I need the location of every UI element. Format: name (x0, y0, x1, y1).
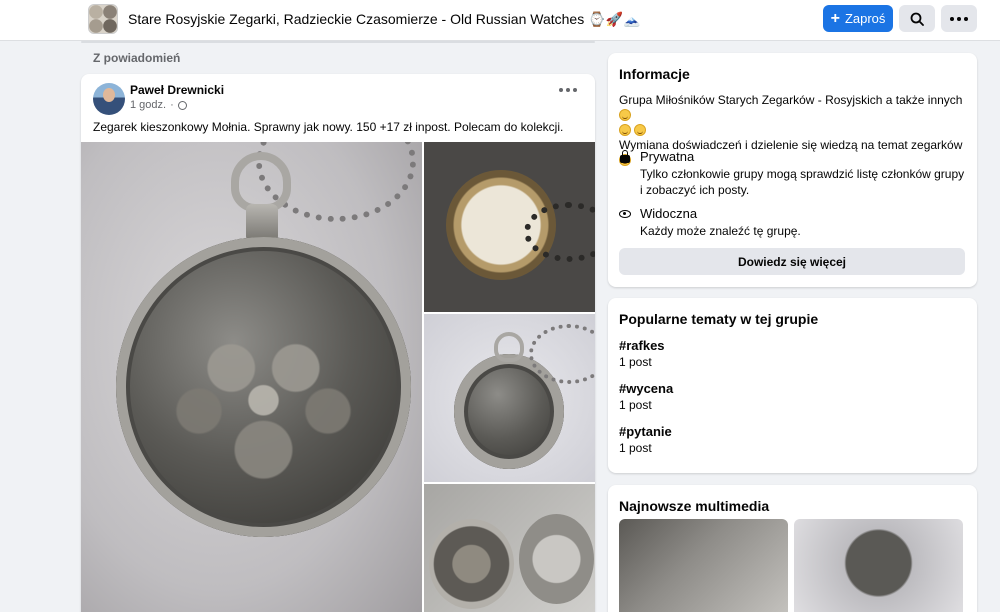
watch-bow (494, 332, 524, 362)
eagle-emblem (156, 282, 371, 497)
post-time[interactable]: 1 godz. (130, 99, 166, 111)
privacy-row: Prywatna Tylko członkowie grupy mogą spr… (619, 149, 969, 197)
media-thumbnail[interactable] (794, 519, 963, 612)
plus-icon: + (830, 9, 840, 27)
group-header-bar: Stare Rosyjskie Zegarki, Radzieckie Czas… (0, 0, 1000, 41)
visibility-description: Każdy może znaleźć tę grupę. (640, 224, 801, 238)
post-photo-2[interactable] (424, 142, 595, 312)
invite-button-label: Zaproś (844, 11, 886, 26)
topics-title: Popularne tematy w tej grupie (619, 311, 819, 327)
privacy-label: Prywatna (640, 149, 695, 164)
avatar[interactable] (93, 83, 125, 115)
more-icon (559, 88, 577, 92)
watch-movement (429, 519, 514, 609)
smile-emoji-icon (634, 124, 647, 136)
globe-icon (177, 100, 187, 110)
more-options-button[interactable] (941, 5, 977, 32)
topic-item[interactable]: #rafkes 1 post (619, 338, 665, 369)
topic-tag[interactable]: #wycena (619, 381, 673, 396)
group-title[interactable]: Stare Rosyjskie Zegarki, Radzieckie Czas… (128, 11, 640, 28)
group-thumbnail[interactable] (88, 4, 118, 34)
section-heading: Z powiadomień (93, 51, 181, 65)
post-author[interactable]: Paweł Drewnicki (130, 83, 224, 97)
about-title: Informacje (619, 66, 690, 82)
smile-emoji-icon (619, 109, 631, 121)
watch-bow (231, 152, 291, 212)
search-button[interactable] (899, 5, 935, 32)
popular-topics-card: Popularne tematy w tej grupie #rafkes 1 … (608, 298, 977, 473)
topic-item[interactable]: #wycena 1 post (619, 381, 673, 412)
post-meta: 1 godz. · (130, 99, 187, 111)
topic-count: 1 post (619, 398, 652, 412)
recent-media-card: Najnowsze multimedia (608, 485, 977, 612)
divider (81, 41, 595, 43)
more-icon (950, 16, 968, 21)
separator: · (170, 99, 174, 111)
post-card: Paweł Drewnicki 1 godz. · Zegarek kieszo… (81, 74, 595, 612)
media-title: Najnowsze multimedia (619, 498, 770, 514)
post-options-button[interactable] (559, 88, 577, 92)
privacy-description: Tylko członkowie grupy mogą sprawdzić li… (640, 167, 965, 197)
visibility-label: Widoczna (640, 206, 698, 221)
post-photo-main[interactable] (81, 142, 422, 612)
search-icon (910, 12, 924, 26)
visibility-row: Widoczna Każdy może znaleźć tę grupę. (619, 206, 969, 240)
watch-lid (519, 514, 594, 604)
topic-count: 1 post (619, 355, 652, 369)
learn-more-button[interactable]: Dowiedz się więcej (619, 248, 965, 275)
post-photo-4[interactable] (424, 484, 595, 612)
topic-tag[interactable]: #rafkes (619, 338, 665, 353)
lock-icon (619, 149, 631, 163)
topic-item[interactable]: #pytanie 1 post (619, 424, 672, 455)
eye-icon (619, 206, 631, 220)
media-thumbnail[interactable] (619, 519, 788, 612)
post-text: Zegarek kieszonkowy Mołnia. Sprawny jak … (93, 120, 564, 134)
about-card: Informacje Grupa Miłośników Starych Zega… (608, 53, 977, 287)
description-line-1: Grupa Miłośników Starych Zegarków - Rosy… (619, 93, 963, 107)
topic-count: 1 post (619, 441, 652, 455)
post-photo-3[interactable] (424, 314, 595, 482)
topic-tag[interactable]: #pytanie (619, 424, 672, 439)
smile-emoji-icon (619, 124, 631, 136)
invite-button[interactable]: + Zaproś (823, 5, 893, 32)
